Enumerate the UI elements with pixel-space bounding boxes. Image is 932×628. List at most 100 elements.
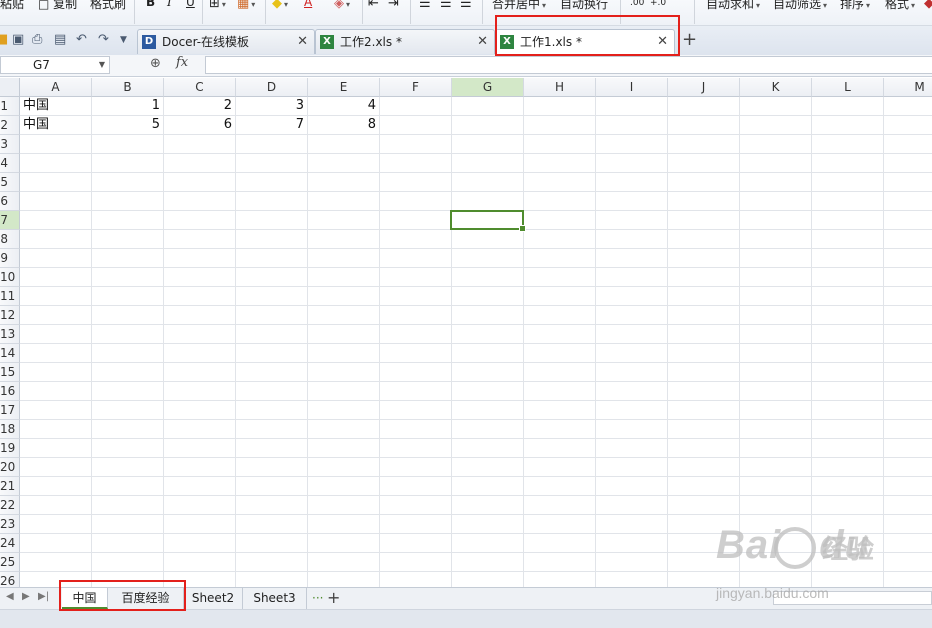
row-header-19[interactable]: 19 [0,439,20,458]
cell-e1[interactable]: 4 [308,97,380,115]
autofilter-button[interactable]: 自动筛选 ▾ [773,0,827,12]
column-header-g[interactable]: G [452,78,524,97]
close-icon[interactable]: ✕ [477,30,488,54]
row-header-25[interactable]: 25 [0,553,20,572]
more-icon[interactable]: ◆ [924,0,932,11]
format-button[interactable]: 格式 ▾ [885,0,915,12]
row-header-5[interactable]: 5 [0,173,20,192]
row-header-7[interactable]: 7 [0,211,20,230]
row-header-10[interactable]: 10 [0,268,20,287]
indent-increase-icon[interactable]: ⇥ [388,0,399,11]
column-header-k[interactable]: K [740,78,812,97]
column-header-i[interactable]: I [596,78,668,97]
open-folder-icon[interactable]: ■ [0,32,8,47]
column-header-b[interactable]: B [92,78,164,97]
horizontal-scrollbar[interactable] [773,591,932,605]
increase-decimal-button[interactable]: .00 [630,0,644,8]
undo-icon[interactable]: ↶ [76,32,87,47]
column-header-d[interactable]: D [236,78,308,97]
prev-sheet-icon[interactable]: ▶ [22,591,30,602]
cell-a2[interactable]: 中国 [20,116,92,134]
row-header-2[interactable]: 2 [0,116,20,135]
fill-color-icon[interactable]: ◆ ▾ [272,0,288,11]
cell-a1[interactable]: 中国 [20,97,92,115]
column-header-j[interactable]: J [668,78,740,97]
insert-function-button[interactable]: fx [176,55,188,70]
row-header-13[interactable]: 13 [0,325,20,344]
print-preview-icon[interactable]: ▤ [54,32,66,47]
row-header-22[interactable]: 22 [0,496,20,515]
merge-center-button[interactable]: 合并居中 ▾ [492,0,546,12]
tab-work1[interactable]: X 工作1.xls * ✕ [495,29,675,54]
row-header-23[interactable]: 23 [0,515,20,534]
paste-button[interactable]: 粘贴 [0,0,24,12]
select-all-corner[interactable] [0,78,20,97]
row-header-12[interactable]: 12 [0,306,20,325]
redo-icon[interactable]: ↷ [98,32,109,47]
add-sheet-icon[interactable]: + [327,588,340,607]
italic-button[interactable]: I [167,0,172,9]
row-header-3[interactable]: 3 [0,135,20,154]
row-header-21[interactable]: 21 [0,477,20,496]
row-header-18[interactable]: 18 [0,420,20,439]
indent-decrease-icon[interactable]: ⇤ [368,0,379,11]
formula-input[interactable] [205,56,932,74]
format-painter-button[interactable]: 格式刷 [90,0,126,12]
copy-button[interactable]: □ 复制 [38,0,77,12]
column-header-l[interactable]: L [812,78,884,97]
cell-d2[interactable]: 7 [236,116,308,134]
decrease-decimal-button[interactable]: +.0 [650,0,666,8]
cell-d1[interactable]: 3 [236,97,308,115]
column-header-m[interactable]: M [884,78,932,97]
cell-c2[interactable]: 6 [164,116,236,134]
last-sheet-icon[interactable]: ▶| [38,591,49,602]
cell-c1[interactable]: 2 [164,97,236,115]
close-icon[interactable]: ✕ [657,30,668,54]
column-header-a[interactable]: A [20,78,92,97]
column-header-c[interactable]: C [164,78,236,97]
sheet-tab-sheet2[interactable]: Sheet2 [184,588,243,609]
column-header-h[interactable]: H [524,78,596,97]
font-color-button[interactable]: A [304,0,312,9]
column-header-f[interactable]: F [380,78,452,97]
align-left-icon[interactable]: ☰ [419,0,431,11]
new-tab-icon[interactable]: + [682,29,697,50]
borders-icon[interactable]: ⊞ ▾ [209,0,226,11]
row-header-24[interactable]: 24 [0,534,20,553]
align-right-icon[interactable]: ☰ [460,0,472,11]
row-header-26[interactable]: 26 [0,572,20,587]
name-box[interactable]: G7 ▼ [0,56,110,74]
eraser-icon[interactable]: ◈ ▾ [334,0,350,11]
underline-button[interactable]: U [186,0,195,9]
tab-work2[interactable]: X 工作2.xls * ✕ [315,29,495,54]
save-icon[interactable]: ▣ [12,32,24,47]
row-header-15[interactable]: 15 [0,363,20,382]
row-header-14[interactable]: 14 [0,344,20,363]
sort-button[interactable]: 排序 ▾ [840,0,870,12]
tab-docer[interactable]: D Docer-在线模板 ✕ [137,29,315,54]
zoom-icon[interactable]: ⊕ [150,56,161,71]
row-header-1[interactable]: 1 [0,97,20,116]
row-header-16[interactable]: 16 [0,382,20,401]
cell-b1[interactable]: 1 [92,97,164,115]
cell-e2[interactable]: 8 [308,116,380,134]
more-sheets-icon[interactable]: ··· [312,591,323,605]
sheet-tab-baidu-jingyan[interactable]: 百度经验 [108,588,184,609]
selected-cell-g7[interactable] [450,210,526,232]
row-header-11[interactable]: 11 [0,287,20,306]
row-header-20[interactable]: 20 [0,458,20,477]
column-header-e[interactable]: E [308,78,380,97]
print-icon[interactable]: ⎙ [32,32,42,47]
close-icon[interactable]: ✕ [297,30,308,54]
sheet-tab-zhongguo[interactable]: 中国 [62,588,108,609]
row-header-9[interactable]: 9 [0,249,20,268]
row-header-6[interactable]: 6 [0,192,20,211]
cell-b2[interactable]: 5 [92,116,164,134]
spreadsheet-grid[interactable]: ABCDEFGHIJKLM 1 2 3 4 5 6 7 8 9 10 11 12 13 14 15 16 17 1… [0,78,932,587]
fill-handle[interactable] [519,225,526,232]
wrap-text-button[interactable]: 自动换行 [560,0,608,12]
clear-icon[interactable]: ▦ ▾ [237,0,255,11]
row-header-4[interactable]: 4 [0,154,20,173]
bold-button[interactable]: B [146,0,155,9]
align-center-icon[interactable]: ☰ [440,0,452,11]
